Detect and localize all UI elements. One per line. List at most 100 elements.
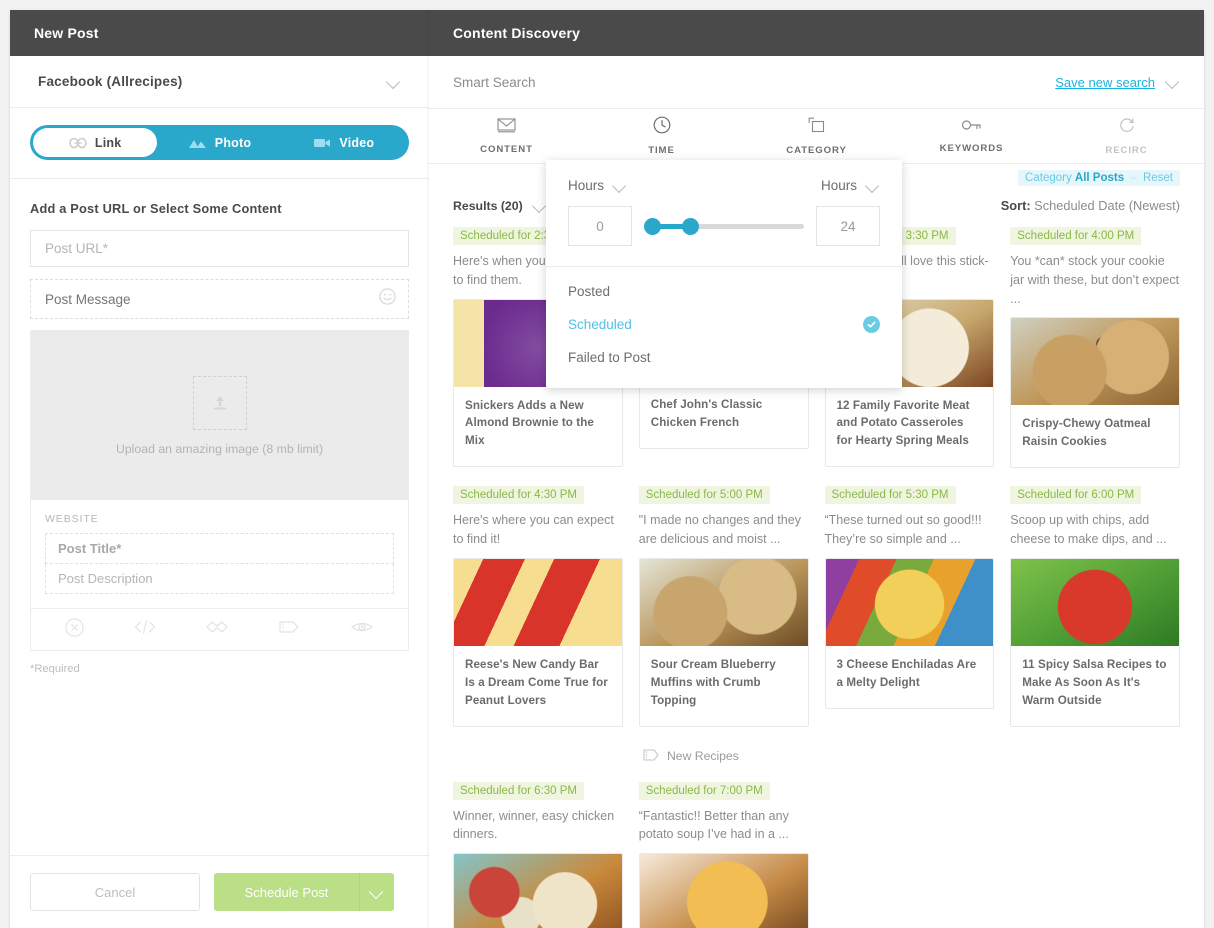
status-badge: Scheduled for 7:00 PM [638,781,770,800]
slider-knob-min[interactable] [644,217,661,235]
save-new-search-link[interactable]: Save new search [1055,75,1155,90]
chevron-down-icon[interactable] [533,199,547,213]
image-dropzone[interactable]: Upload an amazing image (8 mb limit) [31,331,408,500]
tab-time[interactable]: TIME [584,109,739,163]
account-selector[interactable]: Facebook (Allrecipes) [10,56,429,108]
chevron-down-icon[interactable] [387,75,401,89]
tile-excerpt: Here's where you can expect to find it! [453,513,614,546]
range-slider[interactable] [644,206,804,246]
content-card[interactable]: 17 Boneless Chicken Breast Recipes Ready… [453,853,623,928]
min-value-input[interactable]: 0 [568,206,632,246]
tab-content-label: CONTENT [480,143,533,155]
schedule-post-button[interactable]: Schedule Post [214,873,359,911]
time-filter-dropdown[interactable]: Hours Hours 0 24 Posted Scheduled Failed… [546,160,902,388]
max-value-input[interactable]: 24 [816,206,880,246]
filter-chip-category[interactable]: Category All Posts – Reset [1018,170,1180,186]
post-type-segmented-control[interactable]: Link Photo Video [30,125,409,160]
status-option[interactable]: Scheduled [546,308,902,341]
preview-meta: WEBSITE Post Title* Post Description [31,500,408,608]
card-thumbnail [1011,558,1179,646]
required-note: *Required [30,663,80,675]
refresh-icon [1118,116,1136,139]
post-message-box [30,279,409,319]
results-count-group[interactable]: Results (20) [453,199,547,213]
status-option[interactable]: Posted [546,275,902,308]
post-message-input[interactable] [31,280,379,318]
tab-recirc[interactable]: RECIRC [1049,109,1204,163]
sort-value: Scheduled Date (Newest) [1034,198,1180,213]
status-badge: Scheduled for 4:30 PM [453,486,584,505]
sort-control[interactable]: Sort: Scheduled Date (Newest) [1001,198,1180,213]
group-label: New Recipes [453,745,1180,764]
status-option[interactable]: Failed to Post [546,341,902,374]
handshake-icon[interactable] [205,619,229,640]
chevron-down-icon[interactable] [1166,75,1180,89]
card-thumbnail [639,854,808,928]
group-label-text: New Recipes [667,749,739,764]
card-thumbnail [454,854,622,928]
smiley-icon[interactable] [379,288,396,310]
slider-knob-max[interactable] [682,217,699,235]
post-url-input[interactable] [30,230,409,267]
status-option-label: Scheduled [568,317,632,332]
post-type-link[interactable]: Link [33,128,158,157]
post-title-field[interactable]: Post Title* [45,533,394,564]
new-post-title: New Post [34,25,99,41]
new-post-panel: New Post Facebook (Allrecipes) Link Phot… [10,10,429,928]
filter-reset-link[interactable]: Reset [1143,172,1173,184]
content-card[interactable]: 3 Cheese Enchiladas Are a Melty Delight [824,557,995,709]
card-title: Snickers Adds a New Almond Brownie to th… [465,398,594,448]
tab-category[interactable]: CATEGORY [739,109,894,163]
result-tile: Scheduled for 5:30 PM “These turned out s… [824,486,995,726]
layers-icon [808,117,826,139]
smart-search-label[interactable]: Smart Search [453,75,536,90]
photo-icon [188,137,207,149]
post-type-video[interactable]: Video [282,128,406,157]
card-title: 3 Cheese Enchiladas Are a Melty Delight [836,657,977,689]
content-card[interactable]: Sour Cream Blueberry Muffins with Crumb … [638,557,809,727]
range-controls: 0 24 [568,206,880,246]
cancel-button[interactable]: Cancel [30,873,200,911]
save-new-search[interactable]: Save new search [1055,75,1180,90]
filter-tabs: CONTENT TIME CATEGORY KEYWORDS RECIRC [429,109,1204,164]
max-unit-select[interactable]: Hours [821,178,880,193]
tab-keywords[interactable]: KEYWORDS [894,109,1049,163]
status-badge: Scheduled for 5:00 PM [638,486,770,505]
max-unit-label: Hours [820,178,857,193]
content-card[interactable]: Crispy-Chewy Oatmeal Raisin Cookies [1010,317,1180,469]
upload-hint: Upload an amazing image (8 mb limit) [115,441,324,456]
post-type-video-label: Video [339,135,375,150]
close-circle-icon[interactable] [65,617,84,642]
tab-time-label: TIME [648,145,675,156]
post-description-field[interactable]: Post Description [45,564,394,594]
tab-content[interactable]: CONTENT [429,109,584,163]
results-count: Results (20) [453,198,523,213]
tag-icon[interactable] [277,619,301,640]
tab-recirc-label: RECIRC [1105,145,1148,156]
tile-excerpt: “These turned out so good!!! They’re so … [824,513,982,546]
eye-icon[interactable] [350,619,374,640]
unit-selectors: Hours Hours [568,178,880,193]
check-circle-icon [863,316,880,333]
content-card[interactable]: Thick and Creamy Baked Potato Soup [638,853,809,928]
status-option-label: Failed to Post [568,350,651,365]
post-type-photo-label: Photo [214,135,252,150]
key-icon [961,118,982,137]
card-thumbnail [454,558,622,646]
content-card[interactable]: 11 Spicy Salsa Recipes to Make As Soon A… [1010,557,1180,727]
post-type-photo[interactable]: Photo [157,128,281,157]
content-discovery-panel: Content Discovery Smart Search Save new … [429,10,1204,928]
new-post-titlebar: New Post [10,10,429,56]
chevron-down-icon[interactable] [613,179,627,193]
status-badge: Scheduled for 4:00 PM [1010,227,1142,245]
content-card[interactable]: Reese's New Candy Bar Is a Dream Come Tr… [453,557,623,727]
min-unit-select[interactable]: Hours [568,178,627,193]
post-type-section: Link Photo Video [10,108,429,179]
card-title: Sour Cream Blueberry Muffins with Crumb … [650,657,776,707]
schedule-options-button[interactable] [359,873,394,911]
chevron-down-icon[interactable] [866,179,880,193]
status-option-label: Posted [568,284,611,299]
code-icon[interactable] [133,619,157,640]
tab-keywords-label: KEYWORDS [939,143,1004,154]
content-discovery-title: Content Discovery [453,25,581,41]
